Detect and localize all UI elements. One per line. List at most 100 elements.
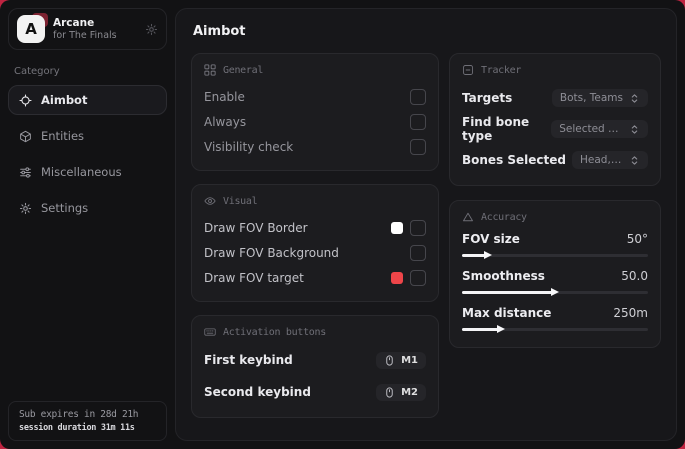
brand-text: Arcane for The Finals [53, 17, 117, 42]
smoothness-value: 50.0 [621, 269, 648, 283]
general-row-always: Always [204, 110, 426, 133]
app-name: Arcane [53, 16, 95, 29]
sidebar-item-settings[interactable]: Settings [8, 193, 167, 223]
sidebar-item-label: Miscellaneous [41, 165, 122, 179]
slider-label: Max distance [462, 306, 552, 320]
accuracy-card: Accuracy FOV size 50° Smoothness 50.0 Ma… [449, 200, 661, 348]
gear-icon [19, 202, 32, 215]
sliders-icon [19, 166, 32, 179]
row-label: Bones Selected [462, 153, 567, 167]
left-column: General Enable Always Visibility check V… [191, 53, 439, 418]
logo-letter: A [17, 15, 45, 43]
bones-selected-dropdown[interactable]: Head, Neck, Body, Pe.. [572, 151, 648, 169]
row-label: Targets [462, 91, 513, 105]
visual-card-header: Visual [204, 195, 426, 207]
tracker-card: Tracker Targets Bots, Teams Find bone ty… [449, 53, 661, 186]
smoothness-group: Smoothness 50.0 [462, 269, 648, 296]
fov-size-group: FOV size 50° [462, 232, 648, 259]
sidebar-item-label: Aimbot [41, 93, 88, 107]
chevrons-up-down-icon [629, 155, 640, 166]
smoothness-slider[interactable] [462, 288, 648, 296]
slider-thumb[interactable] [551, 288, 559, 296]
app-subtitle: for The Finals [53, 29, 117, 41]
visibility-check-checkbox[interactable] [410, 138, 426, 155]
targets-row: Targets Bots, Teams [462, 85, 648, 111]
always-checkbox[interactable] [410, 113, 426, 130]
fov-size-slider[interactable] [462, 251, 648, 259]
slider-thumb[interactable] [484, 251, 493, 259]
row-label: Visibility check [204, 139, 294, 154]
accuracy-card-title: Accuracy [481, 211, 527, 223]
find-bone-type-row: Find bone type Selected bone [462, 115, 648, 143]
max-distance-value: 250m [613, 306, 648, 320]
accuracy-card-header: Accuracy [462, 211, 648, 223]
visual-row-fov-target: Draw FOV target [204, 266, 426, 289]
first-keybind-button[interactable]: M1 [376, 351, 426, 369]
right-column: Tracker Targets Bots, Teams Find bone ty… [449, 53, 661, 348]
general-card-header: General [204, 64, 426, 76]
second-keybind-row: Second keybind M2 [204, 379, 426, 405]
fov-border-color-swatch[interactable] [391, 221, 403, 234]
slider-thumb[interactable] [497, 325, 506, 333]
enable-checkbox[interactable] [410, 88, 426, 105]
category-label: Category [14, 66, 60, 77]
find-bone-type-dropdown[interactable]: Selected bone [551, 120, 648, 138]
chevrons-up-down-icon [629, 124, 640, 135]
slider-label: FOV size [462, 232, 520, 246]
main-panel: Aimbot General Enable Always Visibility … [175, 8, 677, 441]
dropdown-value: Head, Neck, Body, Pe.. [580, 154, 623, 166]
slider-fill [462, 328, 502, 331]
dropdown-value: Selected bone [559, 123, 623, 135]
keybind-value: M2 [401, 386, 418, 398]
sidebar-item-miscellaneous[interactable]: Miscellaneous [8, 157, 167, 187]
slider-label: Smoothness [462, 269, 545, 283]
sidebar-item-label: Settings [41, 201, 89, 215]
general-row-enable: Enable [204, 85, 426, 108]
sidebar: A Arcane for The Finals Category Aimbot … [0, 0, 175, 449]
grid-icon [204, 64, 216, 76]
subscription-info: Sub expires in 28d 21h session duration … [8, 401, 167, 441]
activation-card-title: Activation buttons [223, 326, 326, 338]
tracker-card-header: Tracker [462, 64, 648, 76]
general-card: General Enable Always Visibility check [191, 53, 439, 171]
targets-dropdown[interactable]: Bots, Teams [551, 89, 648, 107]
fov-border-checkbox[interactable] [410, 219, 426, 236]
fov-target-checkbox[interactable] [410, 269, 426, 286]
max-distance-group: Max distance 250m [462, 306, 648, 333]
visual-row-fov-border: Draw FOV Border [204, 216, 426, 239]
brand-card: A Arcane for The Finals [8, 8, 167, 50]
visual-row-fov-background: Draw FOV Background [204, 241, 426, 264]
max-distance-slider[interactable] [462, 325, 648, 333]
sub-expiry-text: Sub expires in 28d 21h [19, 409, 139, 420]
brand-gear-icon[interactable] [145, 23, 158, 36]
keyboard-icon [204, 326, 216, 338]
row-label: Draw FOV Background [204, 245, 339, 260]
content-columns: General Enable Always Visibility check V… [191, 53, 661, 418]
row-label: Find bone type [462, 115, 530, 143]
session-duration-text: session duration 31m 11s [19, 423, 135, 433]
slider-fill [462, 291, 555, 294]
sidebar-item-label: Entities [41, 129, 85, 143]
page-title: Aimbot [193, 24, 246, 39]
app-logo: A [17, 13, 48, 43]
first-keybind-row: First keybind M1 [204, 347, 426, 373]
mouse-icon [384, 354, 395, 366]
fov-target-color-swatch[interactable] [391, 271, 403, 284]
fov-background-checkbox[interactable] [410, 244, 426, 261]
dropdown-value: Bots, Teams [559, 92, 623, 104]
bones-selected-row: Bones Selected Head, Neck, Body, Pe.. [462, 147, 648, 173]
row-label: Second keybind [204, 385, 311, 399]
sidebar-item-entities[interactable]: Entities [8, 121, 167, 151]
chevrons-up-down-icon [629, 93, 640, 104]
eye-icon [204, 195, 216, 207]
tracker-card-title: Tracker [481, 64, 522, 76]
triangle-icon [462, 211, 474, 223]
general-row-visibility-check: Visibility check [204, 135, 426, 158]
row-label: Draw FOV Border [204, 220, 308, 235]
row-label: Enable [204, 89, 245, 104]
fov-size-value: 50° [626, 232, 648, 246]
activation-buttons-card: Activation buttons First keybind M1 Seco… [191, 315, 439, 418]
crosshair-icon [19, 93, 32, 107]
sidebar-item-aimbot[interactable]: Aimbot [8, 85, 167, 115]
second-keybind-button[interactable]: M2 [376, 383, 426, 401]
